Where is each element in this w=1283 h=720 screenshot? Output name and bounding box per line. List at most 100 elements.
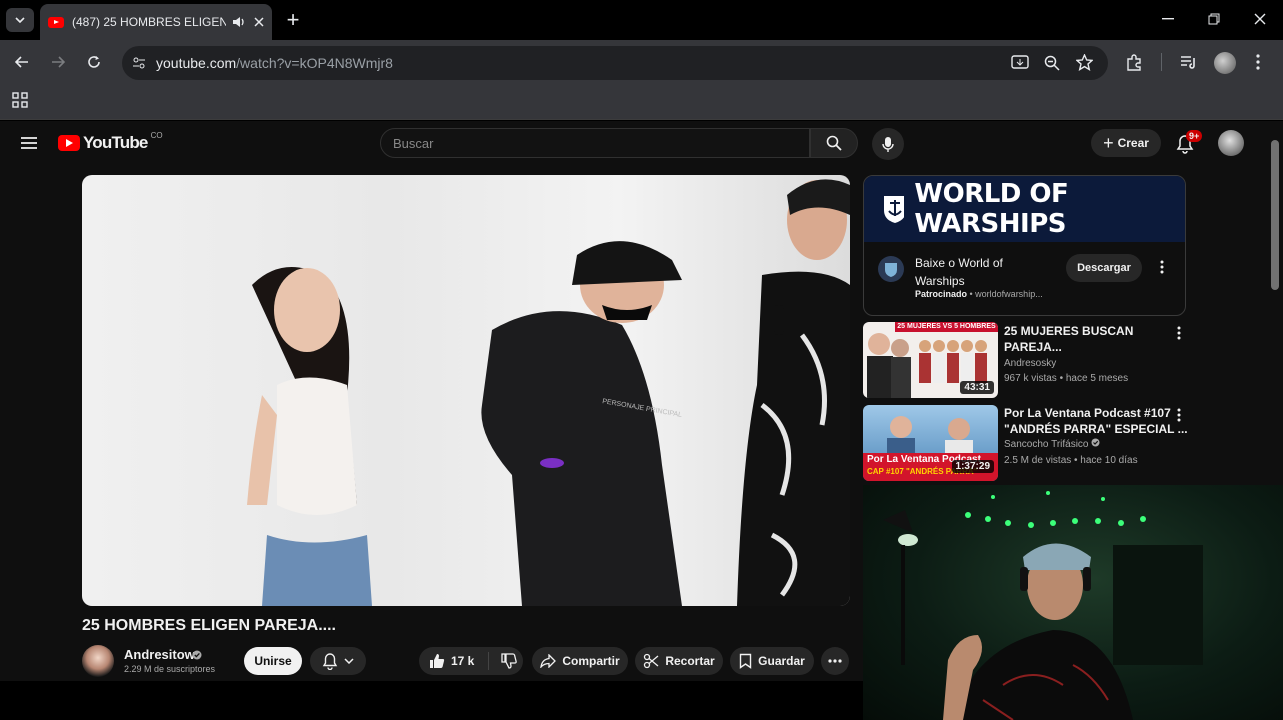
- join-button[interactable]: Unirse: [244, 647, 302, 675]
- notifications-button[interactable]: 9+: [1176, 130, 1203, 159]
- arrow-right-icon: [52, 56, 65, 68]
- recommendation-channel[interactable]: Sancocho Trifásico: [1004, 437, 1100, 452]
- restore-icon: [1208, 13, 1220, 25]
- page-scrollbar[interactable]: [1271, 140, 1279, 290]
- save-label: Guardar: [758, 654, 805, 668]
- back-button[interactable]: [12, 52, 32, 72]
- microphone-icon: [882, 136, 894, 152]
- sponsored-label: Patrocinado: [915, 289, 968, 299]
- create-button[interactable]: + Crear: [1091, 129, 1161, 157]
- recommendation-menu-icon[interactable]: [1177, 408, 1181, 422]
- ad-menu-icon[interactable]: [1160, 260, 1164, 274]
- extensions-icon[interactable]: [1126, 54, 1143, 71]
- recommendation-thumbnail[interactable]: Por La Ventana Podcast CAP #107 "ANDRÉS …: [863, 405, 998, 481]
- title-line: PAREJA...: [1004, 340, 1062, 354]
- bookmark-star-icon[interactable]: [1076, 54, 1093, 71]
- verified-icon: [1091, 438, 1100, 447]
- toolbar-divider: [1161, 53, 1162, 71]
- like-count[interactable]: 17 k: [451, 654, 474, 668]
- chevron-down-icon: [15, 17, 25, 23]
- youtube-favicon-icon: [48, 16, 64, 28]
- search-icon: [826, 135, 842, 151]
- share-button[interactable]: Compartir: [532, 647, 628, 675]
- download-button[interactable]: Descargar: [1066, 254, 1142, 282]
- recommendation-channel[interactable]: Andresosky: [1004, 356, 1056, 371]
- share-icon: [540, 654, 557, 668]
- country-code: CO: [150, 131, 163, 140]
- duration-badge: 1:37:29: [951, 460, 994, 473]
- like-dislike-group: 17 k: [419, 647, 523, 675]
- browser-tab[interactable]: (487) 25 HOMBRES ELIGEN: [40, 4, 272, 40]
- recommendation-menu-icon[interactable]: [1177, 326, 1181, 340]
- thumbs-down-icon[interactable]: [501, 653, 518, 669]
- channel-avatar[interactable]: [82, 645, 114, 677]
- zoom-icon[interactable]: [1044, 55, 1060, 71]
- channel-name[interactable]: Andresitow: [124, 647, 195, 662]
- site-settings-icon[interactable]: [132, 56, 146, 70]
- voice-search-button[interactable]: [872, 128, 904, 160]
- like-divider: [488, 652, 490, 670]
- reload-button[interactable]: [84, 52, 104, 72]
- more-actions-button[interactable]: [821, 647, 849, 675]
- youtube-play-icon: [58, 135, 80, 151]
- hamburger-menu-icon[interactable]: [20, 136, 38, 150]
- menu-kebab-icon[interactable]: [1255, 54, 1261, 70]
- bookmark-icon: [739, 653, 752, 669]
- save-button[interactable]: Guardar: [730, 647, 814, 675]
- title-line: Por La Ventana Podcast #107: [1004, 406, 1171, 420]
- logo-text: YouTube: [83, 133, 148, 152]
- bottom-black-bar: [0, 681, 863, 720]
- subscribe-notifications-button[interactable]: [310, 647, 366, 675]
- account-avatar[interactable]: [1218, 130, 1244, 156]
- install-app-icon[interactable]: [1011, 55, 1029, 71]
- thumbs-up-icon[interactable]: [429, 653, 445, 669]
- bell-icon: [322, 653, 338, 670]
- recommendation-thumbnail[interactable]: 25 MUJERES VS 5 HOMBRES 43:31: [863, 322, 998, 398]
- advertiser-avatar: [878, 256, 904, 282]
- verified-icon: [192, 650, 202, 660]
- warship-logo-icon: [885, 263, 897, 277]
- video-player[interactable]: PERSONAJE PRINCIPAL: [82, 175, 850, 606]
- notification-badge: 9+: [1186, 130, 1203, 142]
- new-tab-button[interactable]: +: [282, 7, 304, 32]
- thumb-caption: 25 MUJERES VS 5 HOMBRES: [895, 322, 998, 332]
- forward-button[interactable]: [48, 52, 68, 72]
- bookmarks-bar: [0, 84, 1283, 120]
- window-close-button[interactable]: [1250, 9, 1270, 29]
- address-bar[interactable]: youtube.com/watch?v=kOP4N8Wmjr8: [122, 46, 1108, 80]
- search-button[interactable]: [810, 128, 858, 158]
- url-path: /watch?v=kOP4N8Wmjr8: [236, 55, 393, 71]
- arrow-left-icon: [15, 56, 28, 68]
- clip-label: Recortar: [665, 654, 715, 668]
- recommendation-title[interactable]: Por La Ventana Podcast #107 "ANDRÉS PARRA…: [1004, 405, 1188, 437]
- url-host: youtube.com: [156, 55, 237, 71]
- speaker-icon[interactable]: [232, 16, 246, 28]
- tab-search-button[interactable]: [6, 8, 34, 32]
- tab-close-icon[interactable]: [254, 17, 264, 27]
- ad-brand-text: WORLD OF WARSHIPS: [914, 179, 1069, 239]
- ad-title[interactable]: Baixe o World of Warships: [915, 254, 1055, 290]
- reload-icon: [88, 56, 100, 68]
- recommendation-title[interactable]: 25 MUJERES BUSCAN PAREJA...: [1004, 323, 1133, 355]
- title-line: 25 MUJERES BUSCAN: [1004, 324, 1134, 338]
- plus-icon: +: [1103, 132, 1114, 153]
- youtube-logo[interactable]: YouTube CO: [58, 131, 163, 153]
- anchor-shield-icon: [884, 196, 905, 223]
- duration-badge: 43:31: [960, 381, 994, 394]
- media-controls-icon[interactable]: [1180, 55, 1198, 70]
- apps-grid-icon[interactable]: [12, 92, 28, 108]
- channel-name: Sancocho Trifásico: [1004, 439, 1089, 450]
- minimize-icon: [1162, 18, 1174, 20]
- tab-title: (487) 25 HOMBRES ELIGEN: [72, 15, 226, 29]
- search-input[interactable]: Buscar: [380, 128, 810, 158]
- scissors-icon: [644, 653, 659, 669]
- title-line: "ANDRÉS PARRA" ESPECIAL ...: [1004, 422, 1188, 436]
- clip-button[interactable]: Recortar: [635, 647, 723, 675]
- ad-card[interactable]: WORLD OF WARSHIPS Baixe o World of Warsh…: [863, 175, 1186, 316]
- ad-sponsor-line: Patrocinado • worldofwarship...: [915, 289, 1043, 299]
- profile-avatar[interactable]: [1214, 52, 1236, 74]
- recommendation-meta: 2.5 M de vistas • hace 10 días: [1004, 455, 1138, 466]
- minimize-button[interactable]: [1158, 9, 1178, 29]
- ad-banner[interactable]: WORLD OF WARSHIPS: [864, 176, 1185, 242]
- restore-button[interactable]: [1204, 9, 1224, 29]
